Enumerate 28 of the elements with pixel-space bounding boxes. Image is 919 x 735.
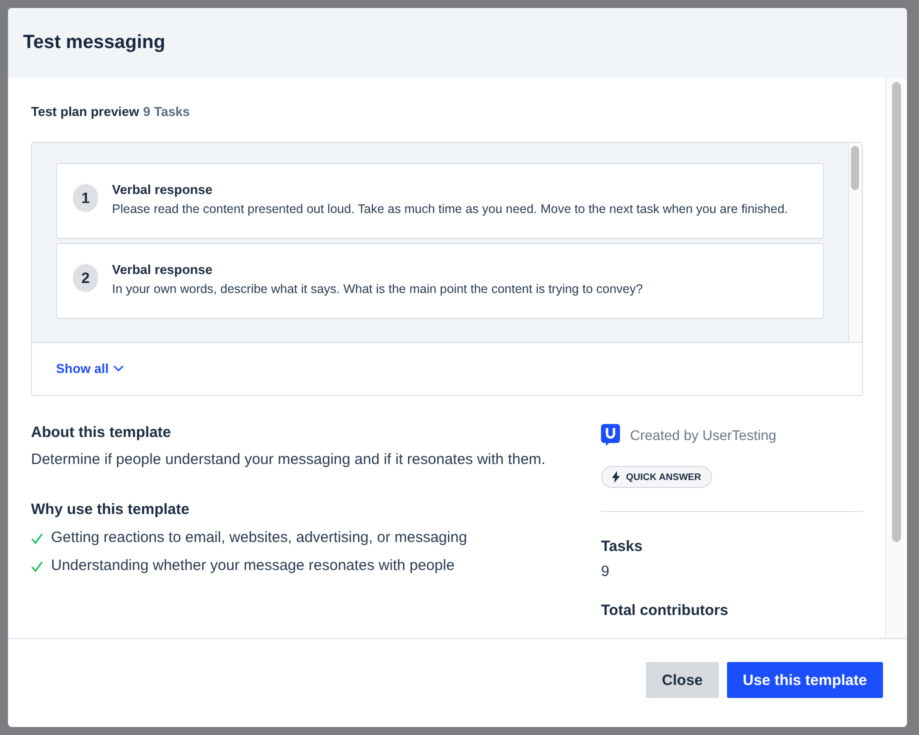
scrollbar[interactable] [848, 143, 862, 342]
lightning-icon [612, 471, 620, 483]
benefit-text: Understanding whether your message resonates with people [51, 556, 455, 576]
stat-label: Total contributors [601, 602, 730, 619]
show-all-link[interactable]: Show all [56, 361, 124, 376]
task-description: In your own words, describe what it says. What is the main point the content is trying to convey? [112, 281, 643, 298]
check-icon [31, 532, 43, 544]
check-icon [31, 560, 43, 572]
section-heading: About this template [31, 424, 172, 441]
use-template-button[interactable]: Use this template [726, 662, 883, 698]
task-number: 1 [73, 184, 98, 212]
section-label: Test plan preview 9 Tasks [31, 104, 191, 119]
task-description: Please read the content presented out loud. Take as much time as you need. Move to the next task when you are finished. [112, 201, 788, 218]
logo-icon [601, 424, 620, 446]
task-number: 2 [73, 264, 98, 292]
chevron-down-icon [112, 365, 124, 372]
creator-label: Created by UserTesting [630, 427, 776, 443]
section-heading: Why use this template [31, 501, 190, 518]
task-type: Verbal response [112, 262, 214, 277]
task-type: Verbal response [112, 182, 214, 197]
template-description: Determine if people understand your messaging and if it resonates with them. [31, 450, 546, 470]
benefit-text: Getting reactions to email, websites, advertising, or messaging [51, 528, 468, 548]
close-button[interactable]: Close [646, 662, 719, 698]
dialog-title: Test messaging [23, 32, 166, 54]
scrollbar[interactable] [885, 78, 907, 638]
quick-answer-badge: QUICK ANSWER [601, 466, 712, 488]
stat-value: 9 [601, 563, 610, 580]
stat-label: Tasks [601, 538, 644, 555]
